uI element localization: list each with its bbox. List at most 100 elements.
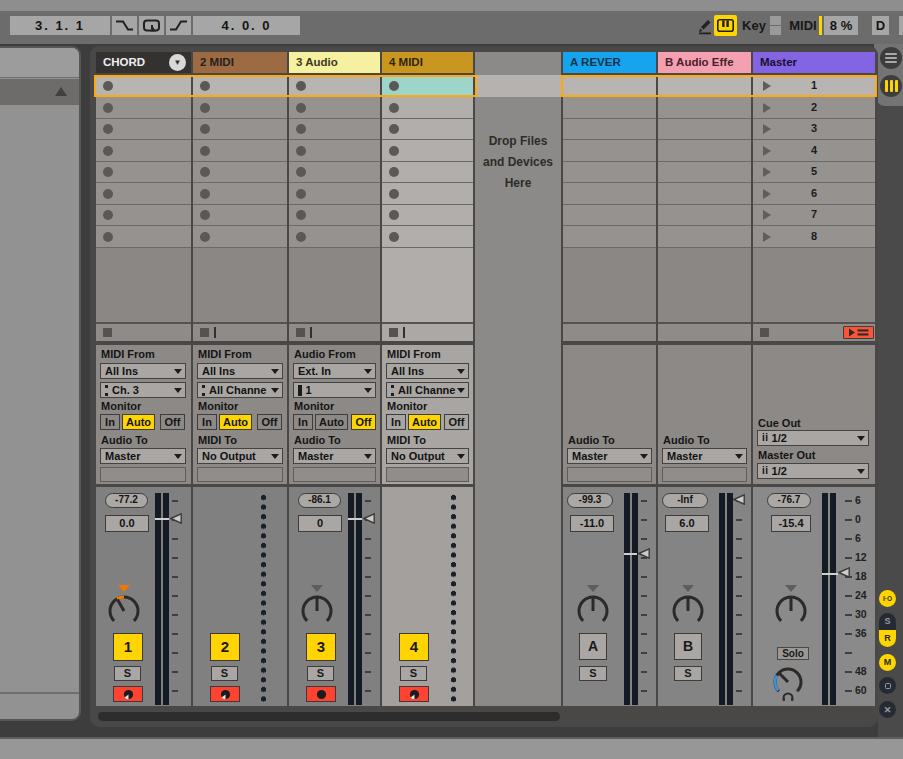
monitor-in-button[interactable]: In — [386, 414, 406, 430]
return-slot[interactable] — [563, 140, 656, 162]
clip-slot[interactable] — [96, 226, 191, 248]
punch-out-button[interactable] — [166, 16, 191, 35]
pan-knob[interactable] — [771, 584, 811, 628]
input-type-chooser[interactable]: All Ins — [386, 363, 469, 379]
return-slot[interactable] — [563, 97, 656, 119]
monitor-off-button[interactable]: Off — [160, 414, 185, 430]
arm-button[interactable] — [306, 686, 336, 702]
pan-knob[interactable] — [297, 584, 337, 628]
clip-stop-button[interactable] — [103, 328, 112, 337]
clip-slot[interactable] — [382, 119, 473, 141]
scene-slot[interactable]: 5 — [753, 162, 875, 184]
midi-map-button[interactable]: MIDI — [786, 16, 820, 35]
clip-slot[interactable] — [382, 205, 473, 227]
empty-scene-area[interactable] — [289, 248, 380, 325]
clip-slot[interactable] — [382, 226, 473, 248]
volume-field[interactable]: 0 — [298, 515, 342, 532]
return-slot[interactable] — [658, 97, 751, 119]
return-slot[interactable] — [658, 226, 751, 248]
input-type-chooser[interactable]: All Ins — [197, 363, 283, 379]
clip-slot[interactable] — [193, 162, 287, 184]
clip-slot-selected[interactable] — [382, 77, 473, 95]
input-type-chooser[interactable]: All Ins — [100, 363, 186, 379]
return-slot[interactable] — [563, 162, 656, 184]
monitor-in-button[interactable]: In — [100, 414, 120, 430]
clip-slot[interactable] — [289, 119, 380, 141]
master-solo-button[interactable]: Solo — [777, 647, 809, 660]
track-activator[interactable]: 2 — [210, 633, 240, 661]
arm-button[interactable] — [399, 686, 429, 702]
track-header-4-midi[interactable]: 4 MIDI — [382, 52, 473, 73]
empty-scene-area[interactable] — [658, 248, 751, 325]
input-channel-chooser[interactable]: 1 — [293, 382, 376, 398]
monitor-auto-button[interactable]: Auto — [315, 414, 348, 430]
clip-slot[interactable] — [96, 205, 191, 227]
monitor-off-button[interactable]: Off — [257, 414, 282, 430]
track-header-3-audio[interactable]: 3 Audio — [289, 52, 380, 73]
clip-slot[interactable] — [289, 226, 380, 248]
clip-stop-button[interactable] — [200, 328, 209, 337]
computer-midi-keyboard-button[interactable] — [714, 15, 737, 36]
output-chooser[interactable]: No Output — [386, 448, 469, 464]
pan-knob[interactable] — [573, 584, 613, 628]
clip-slot[interactable] — [193, 205, 287, 227]
arm-button[interactable] — [113, 686, 143, 702]
clip-slot[interactable] — [382, 183, 473, 205]
scene-slot[interactable]: 1 — [753, 77, 875, 95]
clip-overview-button[interactable] — [880, 75, 902, 97]
output-chooser[interactable]: No Output — [197, 448, 283, 464]
empty-scene-area[interactable] — [96, 248, 191, 325]
output-chooser[interactable]: Master — [100, 448, 186, 464]
disk-overload-indicator[interactable]: D — [872, 16, 889, 35]
scene-slot[interactable]: 7 — [753, 205, 875, 227]
output-chooser[interactable]: Master — [662, 448, 747, 464]
empty-scene-area[interactable] — [753, 248, 875, 325]
solo-button[interactable]: S — [400, 666, 427, 681]
clip-slot[interactable] — [289, 77, 380, 95]
return-activator[interactable]: A — [579, 633, 607, 660]
monitor-off-button[interactable]: Off — [444, 414, 469, 430]
empty-scene-area[interactable] — [193, 248, 287, 325]
volume-fader-handle[interactable] — [170, 513, 182, 524]
scene-slot[interactable]: 8 — [753, 226, 875, 248]
show-returns-toggle[interactable]: R — [879, 630, 896, 647]
show-mixer-toggle[interactable]: M — [879, 654, 896, 671]
arm-button[interactable] — [210, 686, 240, 702]
volume-fader-handle[interactable] — [838, 567, 850, 578]
show-sends-toggle[interactable]: S — [879, 613, 896, 630]
show-track-delay-toggle[interactable] — [879, 677, 896, 694]
clip-slot[interactable] — [193, 226, 287, 248]
peak-level-display[interactable]: -76.7 — [767, 493, 811, 508]
return-slot[interactable] — [658, 183, 751, 205]
empty-scene-area[interactable] — [563, 248, 656, 325]
solo-button[interactable]: S — [211, 666, 238, 681]
return-header-b[interactable]: B Audio Effe — [658, 52, 751, 73]
clip-slot[interactable] — [96, 162, 191, 184]
scene-slot[interactable]: 6 — [753, 183, 875, 205]
show-io-toggle[interactable]: I·O — [879, 590, 896, 607]
horizontal-scrollbar[interactable] — [98, 712, 560, 721]
solo-button[interactable]: S — [307, 666, 334, 681]
clip-slot[interactable] — [289, 162, 380, 184]
return-activator[interactable]: B — [674, 633, 702, 660]
return-slot[interactable] — [563, 226, 656, 248]
master-out-chooser[interactable]: ii1/2 — [757, 463, 869, 479]
cue-out-chooser[interactable]: ii1/2 — [757, 430, 869, 446]
volume-field[interactable]: -15.4 — [771, 515, 811, 532]
clip-slot[interactable] — [193, 140, 287, 162]
stop-all-clips-button[interactable] — [760, 328, 769, 337]
solo-button[interactable]: S — [114, 666, 141, 681]
output-chooser[interactable]: Master — [567, 448, 652, 464]
volume-field[interactable]: -11.0 — [570, 515, 614, 532]
return-header-a[interactable]: A REVER — [563, 52, 656, 73]
pan-knob[interactable] — [668, 584, 708, 628]
clip-slot[interactable] — [382, 162, 473, 184]
cpu-load-meter[interactable]: 8 % — [824, 16, 858, 35]
return-slot[interactable] — [658, 205, 751, 227]
clip-slot[interactable] — [289, 183, 380, 205]
peak-level-display[interactable]: -99.3 — [567, 493, 613, 508]
peak-level-display[interactable]: -77.2 — [105, 493, 148, 508]
monitor-in-button[interactable]: In — [197, 414, 217, 430]
return-slot[interactable] — [658, 77, 751, 95]
output-chooser[interactable]: Master — [293, 448, 376, 464]
